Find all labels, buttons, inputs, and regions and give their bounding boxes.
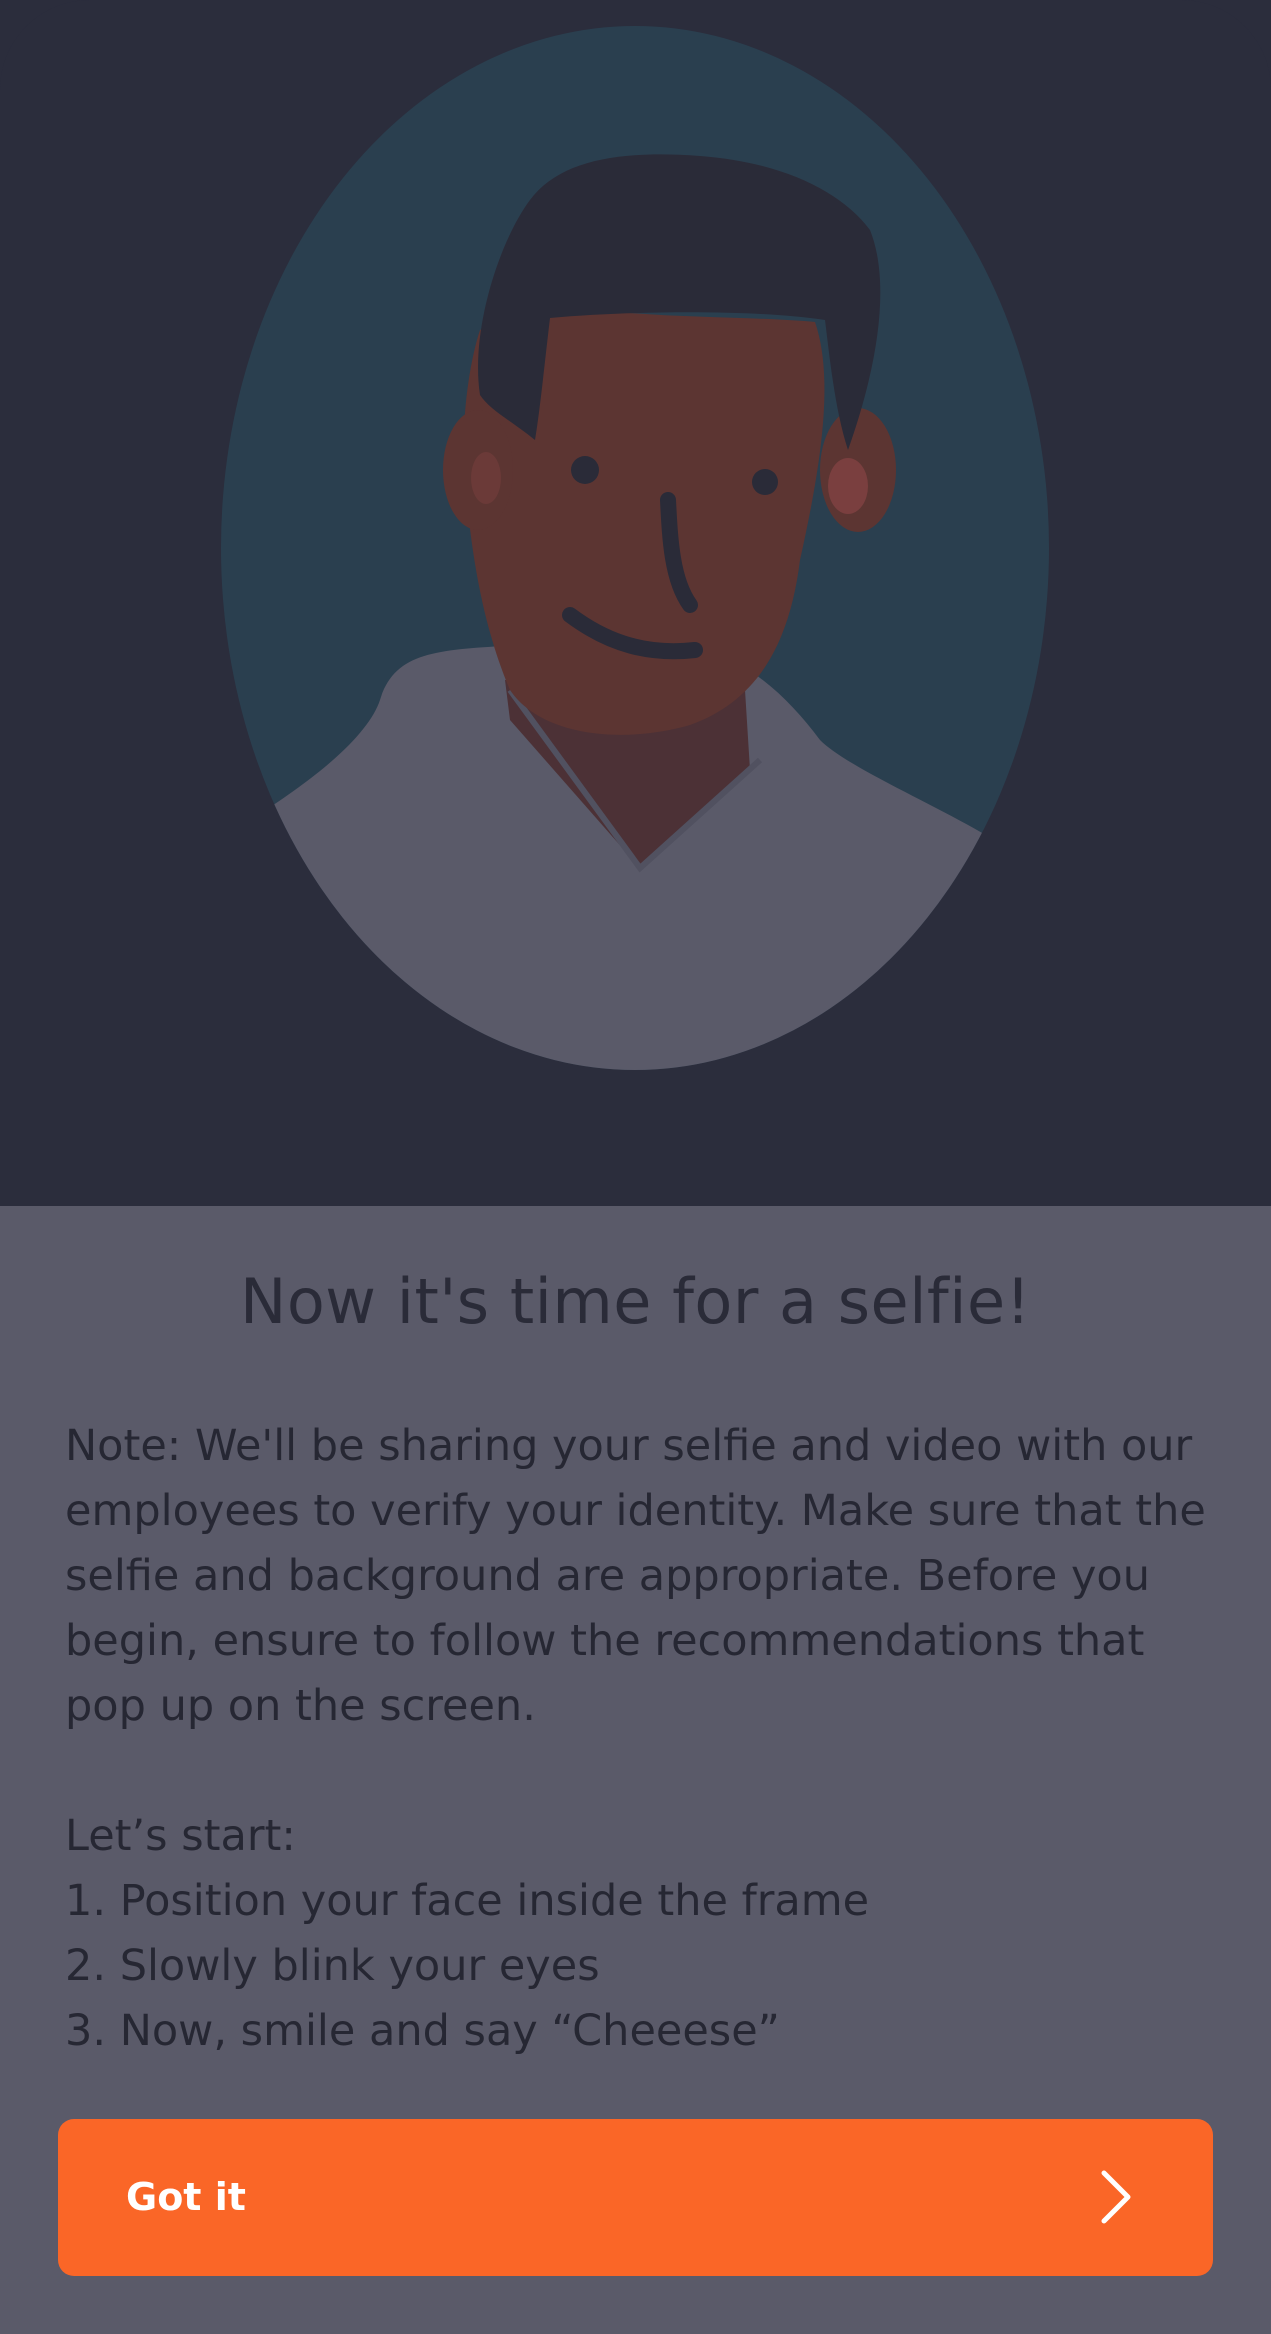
chevron-right-icon xyxy=(1101,2170,1131,2224)
instructions-text: Note: We'll be sharing your selfie and v… xyxy=(65,1414,1225,2064)
got-it-button[interactable]: Got it xyxy=(58,2119,1213,2276)
selfie-person-illustration xyxy=(221,26,1049,1070)
step-item-2: 2. Slowly blink your eyes xyxy=(65,1941,600,1991)
step-item-1: 1. Position your face inside the frame xyxy=(65,1876,870,1926)
left-eye xyxy=(571,456,599,484)
hero-area xyxy=(0,0,1271,1206)
steps-heading: Let’s start: xyxy=(65,1811,296,1861)
step-item-3: 3. Now, smile and say “Cheeese” xyxy=(65,2006,780,2056)
privacy-note: Note: We'll be sharing your selfie and v… xyxy=(65,1421,1206,1731)
selfie-instructions-screen: Now it's time for a selfie! Note: We'll … xyxy=(0,0,1271,2334)
got-it-button-label: Got it xyxy=(126,2175,246,2219)
page-title: Now it's time for a selfie! xyxy=(240,1265,1031,1338)
right-eye xyxy=(752,469,778,495)
